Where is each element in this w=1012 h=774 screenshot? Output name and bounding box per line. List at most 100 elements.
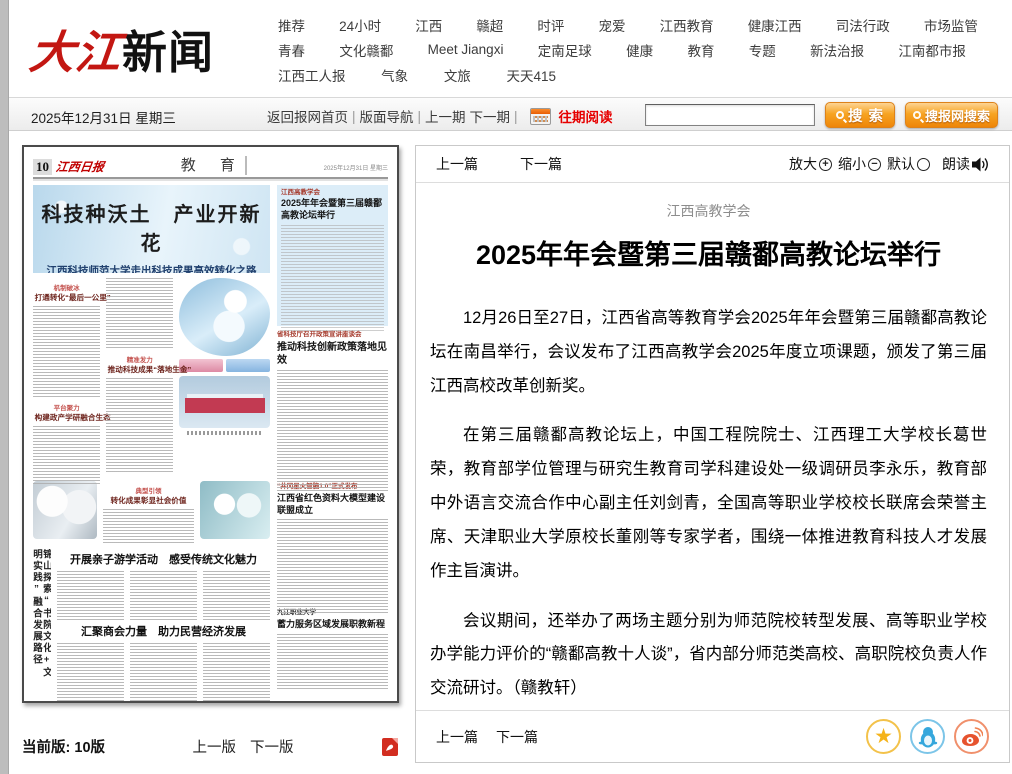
site-search-button-label: 搜报网搜索 [925, 106, 990, 125]
faux-text-block [33, 426, 100, 486]
sidebar-article[interactable]: “井冈星火智脑1.0”正式发布 江西省红色资料大模型建设联盟成立 [277, 483, 388, 604]
nav-item-tiantian415[interactable]: 天天415 [506, 65, 556, 85]
subhead-kicker: 精准发力 [106, 354, 173, 364]
prev-article-link-bottom[interactable]: 上一篇 [436, 727, 478, 747]
nav-item-jiangxi[interactable]: 江西 [415, 15, 442, 35]
nav-row-1: 推荐 24小时 江西 赣超 时评 宠爱 江西教育 健康江西 司法行政 市场监管 [278, 12, 978, 37]
paper-section-tag [245, 156, 247, 175]
current-page-value: 10版 [74, 736, 105, 757]
faux-text-block [277, 370, 388, 492]
nav-item-market[interactable]: 市场监管 [924, 15, 978, 35]
sidebar-article-kicker: 江西高教学会 [281, 189, 384, 197]
search-area: 搜 索 搜报网搜索 [645, 102, 998, 128]
speaker-icon [972, 157, 989, 172]
page-nav-link[interactable]: 版面导航 [360, 106, 414, 126]
paper-subhead-4: 典型引领 转化成果彰显社会价值 [103, 485, 194, 506]
weibo-eye-icon [961, 727, 983, 747]
search-button-label: 搜 索 [848, 105, 884, 126]
faux-text-block [277, 634, 388, 690]
sidebar-article[interactable]: 省科技厅召开政策宣讲座谈会 推动科技创新政策落地见效 [277, 331, 388, 478]
nav-item-qingchun[interactable]: 青春 [278, 40, 305, 60]
nav-item-jiangnan[interactable]: 江南都市报 [898, 40, 966, 60]
issue-date: 2025年12月31日 星期三 [31, 107, 176, 127]
nav-item-weather[interactable]: 气象 [381, 65, 408, 85]
newspaper-page-thumbnail[interactable]: 10 江西日报 教 育 2025年12月31日 星期三 科技种沃土 产业开新花 … [22, 145, 399, 703]
nav-item-chongai[interactable]: 宠爱 [599, 15, 626, 35]
nav-item-tuijian[interactable]: 推荐 [278, 15, 305, 35]
nav-item-24hours[interactable]: 24小时 [339, 15, 381, 35]
search-button[interactable]: 搜 索 [825, 102, 895, 128]
pdf-download-icon[interactable] [381, 737, 399, 757]
prev-article-link-top[interactable]: 上一篇 [436, 154, 478, 174]
zoom-in-icon: + [819, 158, 832, 171]
zoom-in-button[interactable]: 放大 + [789, 154, 832, 174]
photo-caption-line [187, 431, 262, 435]
search-input[interactable] [645, 104, 815, 126]
lab-researcher-photo [179, 278, 270, 356]
next-article-link-top[interactable]: 下一篇 [520, 154, 562, 174]
calendar-icon [530, 108, 551, 125]
nav-item-education[interactable]: 教育 [687, 40, 714, 60]
zoom-out-label: 缩小 [838, 154, 866, 174]
faux-columns [57, 643, 270, 701]
prev-page-link[interactable]: 上一版 [193, 736, 237, 757]
paper-section-wrap: 教 育 [104, 154, 324, 175]
article-toolbar: 上一篇 下一篇 放大 + 缩小 − 默认 朗读 [416, 146, 1009, 183]
nav-item-jiangxi-edu[interactable]: 江西教育 [660, 15, 714, 35]
vertical-headline: 锦山探索“书院文化+文明实践”融合发展路径 [33, 549, 51, 683]
read-aloud-button[interactable]: 朗读 [942, 154, 989, 174]
site-search-button[interactable]: 搜报网搜索 [905, 102, 998, 128]
next-issue-link[interactable]: 下一期 [470, 106, 511, 126]
nav-item-wenhua-ganpo[interactable]: 文化赣鄱 [339, 40, 393, 60]
paper-lower-row: 典型引领 转化成果彰显社会价值 [33, 481, 270, 543]
paper-main-column: 科技种沃土 产业开新花 江西科技师范大学走出科技成果高效转化之路 机制破冰 打通… [33, 185, 270, 683]
nav-item-shiping[interactable]: 时评 [537, 15, 564, 35]
article-title: 2025年年会暨第三届赣鄱高教论坛举行 [430, 233, 987, 272]
issue-toolbar: 2025年12月31日 星期三 返回报网首页 | 版面导航 | 上一期 下一期 … [9, 97, 1012, 131]
sidebar-article[interactable]: 九江职业大学 蓄力服务区域发展职教新程 [277, 609, 388, 683]
qzone-share-icon[interactable]: ★ [866, 719, 901, 754]
paper-date-text: 2025年12月31日 星期三 [324, 166, 388, 172]
nav-item-health-jiangxi[interactable]: 健康江西 [748, 15, 802, 35]
next-page-link[interactable]: 下一版 [250, 736, 294, 757]
faux-text-block [106, 278, 173, 350]
article-paragraph: 12月26日至27日，江西省高等教育学会2025年年会暨第三届赣鄱高教论坛在南昌… [430, 302, 987, 403]
product-photo [226, 359, 270, 372]
paper-lead-article[interactable]: 科技种沃土 产业开新花 江西科技师范大学走出科技成果高效转化之路 [33, 185, 270, 273]
nav-row-2: 青春 文化赣鄱 Meet Jiangxi 定南足球 健康 教育 专题 新法治报 … [278, 37, 966, 62]
logo-black-part: 新闻 [122, 27, 214, 78]
red-banner [185, 398, 265, 414]
prev-issue-link[interactable]: 上一期 [425, 106, 466, 126]
weibo-share-icon[interactable] [954, 719, 989, 754]
nav-item-workers-daily[interactable]: 江西工人报 [278, 65, 346, 85]
sidebar-article-current[interactable]: 江西高教学会 2025年年会暨第三届赣鄱高教论坛举行 [277, 185, 388, 326]
nav-item-meet-jiangxi[interactable]: Meet Jiangxi [428, 42, 504, 57]
nav-item-health[interactable]: 健康 [626, 40, 653, 60]
archive-link[interactable]: 往期阅读 [559, 106, 613, 126]
zoom-in-label: 放大 [789, 154, 817, 174]
qq-share-icon[interactable] [910, 719, 945, 754]
article-paragraph: 在第三届赣鄱高教论坛上，中国工程院院士、江西理工大学校长葛世荣，教育部学位管理与… [430, 419, 987, 588]
zoom-default-label: 默认 [887, 154, 915, 174]
site-logo[interactable]: 大江新闻 [30, 16, 214, 81]
nav-item-ganchao[interactable]: 赣超 [476, 15, 503, 35]
nav-item-sifa[interactable]: 司法行政 [836, 15, 890, 35]
subhead-kicker: 平台聚力 [33, 402, 100, 412]
star-icon: ★ [874, 726, 893, 747]
faux-text-block [277, 519, 388, 615]
paper-lead-title: 科技种沃土 产业开新花 [33, 185, 270, 256]
paper-bottom-strip: 锦山探索“书院文化+文明实践”融合发展路径 开展亲子游学活动 感受传统文化魅力 … [33, 549, 270, 683]
back-home-link[interactable]: 返回报网首页 [267, 106, 348, 126]
paper-text-column: 精准发力 推动科技成果“落地生金” [106, 278, 173, 476]
article-kicker: 江西高教学会 [430, 201, 987, 221]
nav-item-wenlv[interactable]: 文旅 [444, 65, 471, 85]
nav-item-xinfazhi[interactable]: 新法治报 [810, 40, 864, 60]
zoom-default-button[interactable]: 默认 [887, 154, 930, 174]
read-aloud-label: 朗读 [942, 154, 970, 174]
bottom-article-headline-2: 汇聚商会力量 助力民营经济发展 [57, 623, 270, 639]
paper-sidebar: 江西高教学会 2025年年会暨第三届赣鄱高教论坛举行 省科技厅召开政策宣讲座谈会… [277, 185, 388, 683]
nav-item-dingnan-football[interactable]: 定南足球 [538, 40, 592, 60]
nav-item-zhuanti[interactable]: 专题 [749, 40, 776, 60]
next-article-link-bottom[interactable]: 下一篇 [496, 727, 538, 747]
zoom-out-button[interactable]: 缩小 − [838, 154, 881, 174]
